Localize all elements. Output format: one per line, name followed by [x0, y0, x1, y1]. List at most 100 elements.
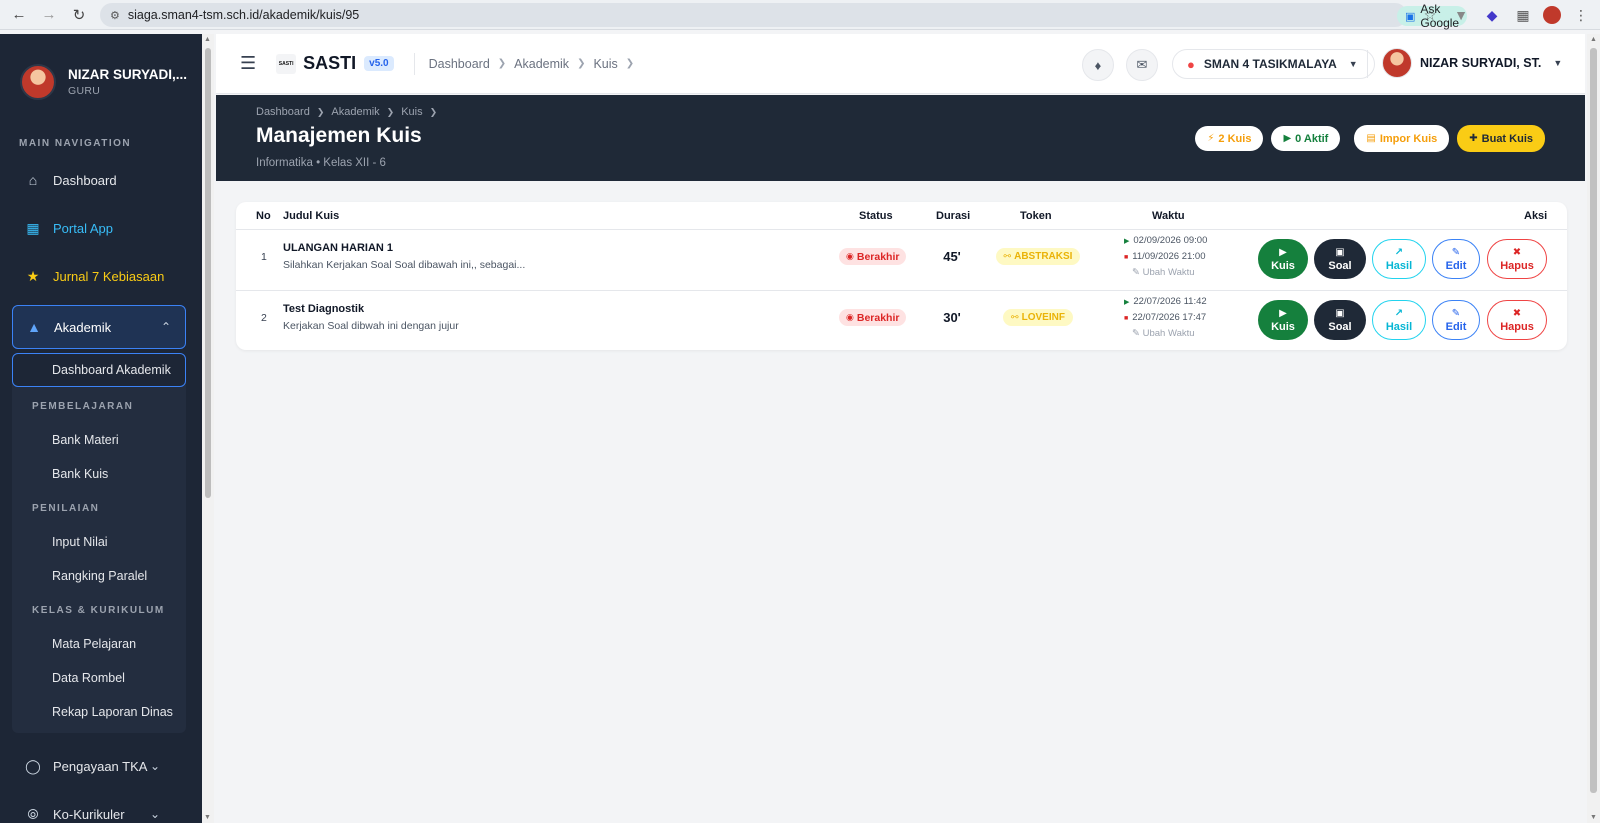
breadcrumb-akademik[interactable]: Akademik: [514, 57, 569, 71]
scroll-down-icon[interactable]: ▼: [1590, 814, 1597, 821]
chevron-right-icon: ❯: [577, 58, 586, 69]
bookmark-star-icon[interactable]: ☆: [1419, 4, 1441, 26]
play-icon: ▶: [1279, 307, 1287, 319]
ubah-waktu-link[interactable]: ✎ Ubah Waktu: [1124, 265, 1207, 280]
quiz-table: No Judul Kuis Status Durasi Token Waktu …: [236, 202, 1567, 350]
quiz-time: ▶ 22/07/2026 11:42 ■ 22/07/2026 17:47 ✎ Ub…: [1124, 294, 1207, 341]
profile-avatar-icon[interactable]: [1543, 6, 1561, 24]
breadcrumb-dashboard[interactable]: Dashboard: [256, 106, 310, 118]
breadcrumb-dashboard[interactable]: Dashboard: [429, 57, 490, 71]
back-icon[interactable]: ←: [8, 4, 30, 26]
extension-diamond-icon[interactable]: ◆: [1481, 4, 1503, 26]
hapus-button[interactable]: ✖ Hapus: [1487, 239, 1547, 279]
sidebar-item-data-rombel[interactable]: Data Rombel: [12, 661, 186, 695]
sidebar-item-bank-materi[interactable]: Bank Materi: [12, 423, 186, 457]
breadcrumb-kuis[interactable]: Kuis: [401, 106, 422, 118]
chevron-right-icon: ❯: [316, 106, 325, 117]
divider: [413, 52, 415, 75]
sidebar-item-akademik[interactable]: ▲ Akademik ⌃: [12, 305, 186, 349]
aktif-count-badge: ▶ 0 Aktif: [1271, 126, 1341, 151]
end-icon: ■: [1124, 254, 1129, 261]
sidebar-item-rangking-paralel[interactable]: Rangking Paralel: [12, 559, 186, 593]
end-time: 11/09/2026 21:00: [1132, 251, 1206, 262]
scroll-up-icon[interactable]: ▲: [1590, 36, 1597, 43]
ubah-waktu-label: Ubah Waktu: [1142, 328, 1195, 339]
table-row: 2 Test Diagnostik Kerjakan Soal dibwah i…: [236, 291, 1567, 351]
soal-button[interactable]: ▣ Soal: [1314, 239, 1366, 279]
impor-kuis-button[interactable]: ▤ Impor Kuis: [1354, 125, 1450, 152]
end-icon: ■: [1124, 315, 1129, 322]
school-selector[interactable]: ● SMAN 4 TASIKMALAYA ▼: [1172, 49, 1375, 79]
sidebar-item-bank-kuis[interactable]: Bank Kuis: [12, 457, 186, 491]
site-info-icon[interactable]: ⚙: [110, 9, 120, 22]
graduation-cap-icon: ▲: [27, 319, 41, 335]
token-text: LOVEINF: [1021, 312, 1065, 323]
sidebar-item-input-nilai[interactable]: Input Nilai: [12, 525, 186, 559]
kuis-label: Kuis: [1271, 259, 1295, 272]
forward-icon[interactable]: →: [38, 4, 60, 26]
top-header: ☰ SASTI SASTI v5.0 Dashboard ❯ Akademik …: [216, 34, 1585, 94]
start-icon: ▶: [1124, 238, 1130, 245]
menu-toggle-icon[interactable]: ☰: [240, 53, 256, 74]
main-scrollbar[interactable]: ▲ ▼: [1587, 34, 1600, 823]
quiz-title[interactable]: ULANGAN HARIAN 1: [283, 242, 393, 254]
edit-label: Edit: [1445, 320, 1467, 333]
user-role: GURU: [68, 85, 101, 97]
ubah-waktu-label: Ubah Waktu: [1142, 267, 1195, 278]
quiz-time: ▶ 02/09/2026 09:00 ■ 11/09/2026 21:00 ✎ Ub…: [1124, 233, 1207, 280]
row-number: 2: [261, 312, 267, 324]
scroll-down-icon[interactable]: ▼: [204, 814, 211, 821]
kuis-button[interactable]: ▶ Kuis: [1258, 300, 1308, 340]
soal-button[interactable]: ▣ Soal: [1314, 300, 1366, 340]
extensions-puzzle-icon[interactable]: ▦: [1512, 4, 1534, 26]
hapus-button[interactable]: ✖ Hapus: [1487, 300, 1547, 340]
main-scroll-thumb[interactable]: [1590, 48, 1597, 793]
reload-icon[interactable]: ↻: [68, 4, 90, 26]
file-icon: ▣: [1335, 246, 1345, 258]
start-time: 02/09/2026 09:00: [1133, 235, 1208, 246]
sidebar-scrollbar[interactable]: ▲ ▼: [202, 34, 214, 823]
quiz-title[interactable]: Test Diagnostik: [283, 303, 364, 315]
url-text: siaga.sman4-tsm.sch.id/akademik/kuis/95: [127, 8, 360, 22]
buat-kuis-button[interactable]: ✚ Buat Kuis: [1457, 125, 1545, 152]
user-menu[interactable]: NIZAR SURYADI, ST. ▼: [1382, 48, 1562, 78]
address-bar[interactable]: ⚙ siaga.sman4-tsm.sch.id/akademik/kuis/9…: [100, 2, 1468, 30]
hasil-button[interactable]: ↗ Hasil: [1372, 239, 1426, 279]
play-circle-icon: ▶: [1283, 133, 1292, 144]
sidebar-item-rekap-laporan[interactable]: Rekap Laporan Dinas: [12, 695, 186, 729]
kuis-button[interactable]: ▶ Kuis: [1258, 239, 1308, 279]
edit-button[interactable]: ✎ Edit: [1432, 239, 1480, 279]
ubah-waktu-link[interactable]: ✎ Ubah Waktu: [1124, 326, 1207, 341]
sidebar-item-mata-pelajaran[interactable]: Mata Pelajaran: [12, 627, 186, 661]
inbox-button[interactable]: ✉: [1126, 49, 1158, 81]
hasil-label: Hasil: [1385, 320, 1413, 333]
quiz-description: Silahkan Kerjakan Soal Soal dibawah ini,…: [283, 259, 526, 271]
sidebar-item-pengayaan-tka[interactable]: ◯ Pengayaan TKA ⌄: [12, 747, 186, 785]
status-badge: ◉ Berakhir: [839, 248, 907, 265]
edit-button[interactable]: ✎ Edit: [1432, 300, 1480, 340]
sidebar-item-portal-app[interactable]: ▦ Portal App: [12, 209, 186, 247]
notification-bell-button[interactable]: ♦: [1082, 49, 1114, 81]
sidebar-item-dashboard[interactable]: ⌂ Dashboard: [12, 161, 186, 199]
extension-v-icon[interactable]: ▼: [1450, 4, 1472, 26]
edit-icon: ✎: [1132, 328, 1140, 339]
sidebar-user[interactable]: NIZAR SURYADI,... GURU: [0, 34, 202, 110]
main-navigation-heading: MAIN NAVIGATION: [19, 138, 132, 149]
breadcrumb-akademik[interactable]: Akademik: [331, 106, 379, 118]
chevron-right-icon: ❯: [625, 58, 635, 69]
sidebar-item-jurnal[interactable]: ★ Jurnal 7 Kebiasaan: [12, 257, 186, 295]
sidebar-scroll-thumb[interactable]: [205, 48, 211, 498]
breadcrumb-kuis[interactable]: Kuis: [593, 57, 617, 71]
sidebar-item-dashboard-akademik[interactable]: Dashboard Akademik: [12, 353, 186, 387]
chevron-down-icon: ⌄: [149, 807, 160, 821]
scroll-up-icon[interactable]: ▲: [204, 36, 211, 43]
page-header: Dashboard ❯ Akademik ❯ Kuis ❯ Manajemen …: [216, 95, 1585, 181]
chrome-menu-icon[interactable]: ⋮: [1570, 4, 1592, 26]
sidebar-item-ko-kurikuler[interactable]: ⦾ Ko-Kurikuler ⌄: [12, 795, 186, 823]
trash-icon: ✖: [1512, 307, 1522, 319]
hasil-button[interactable]: ↗ Hasil: [1372, 300, 1426, 340]
column-header-no: No: [256, 210, 271, 222]
chart-icon: ↗: [1394, 246, 1404, 258]
star-icon: ★: [26, 267, 40, 284]
quiz-description: Kerjakan Soal dibwah ini dengan jujur: [283, 320, 459, 332]
